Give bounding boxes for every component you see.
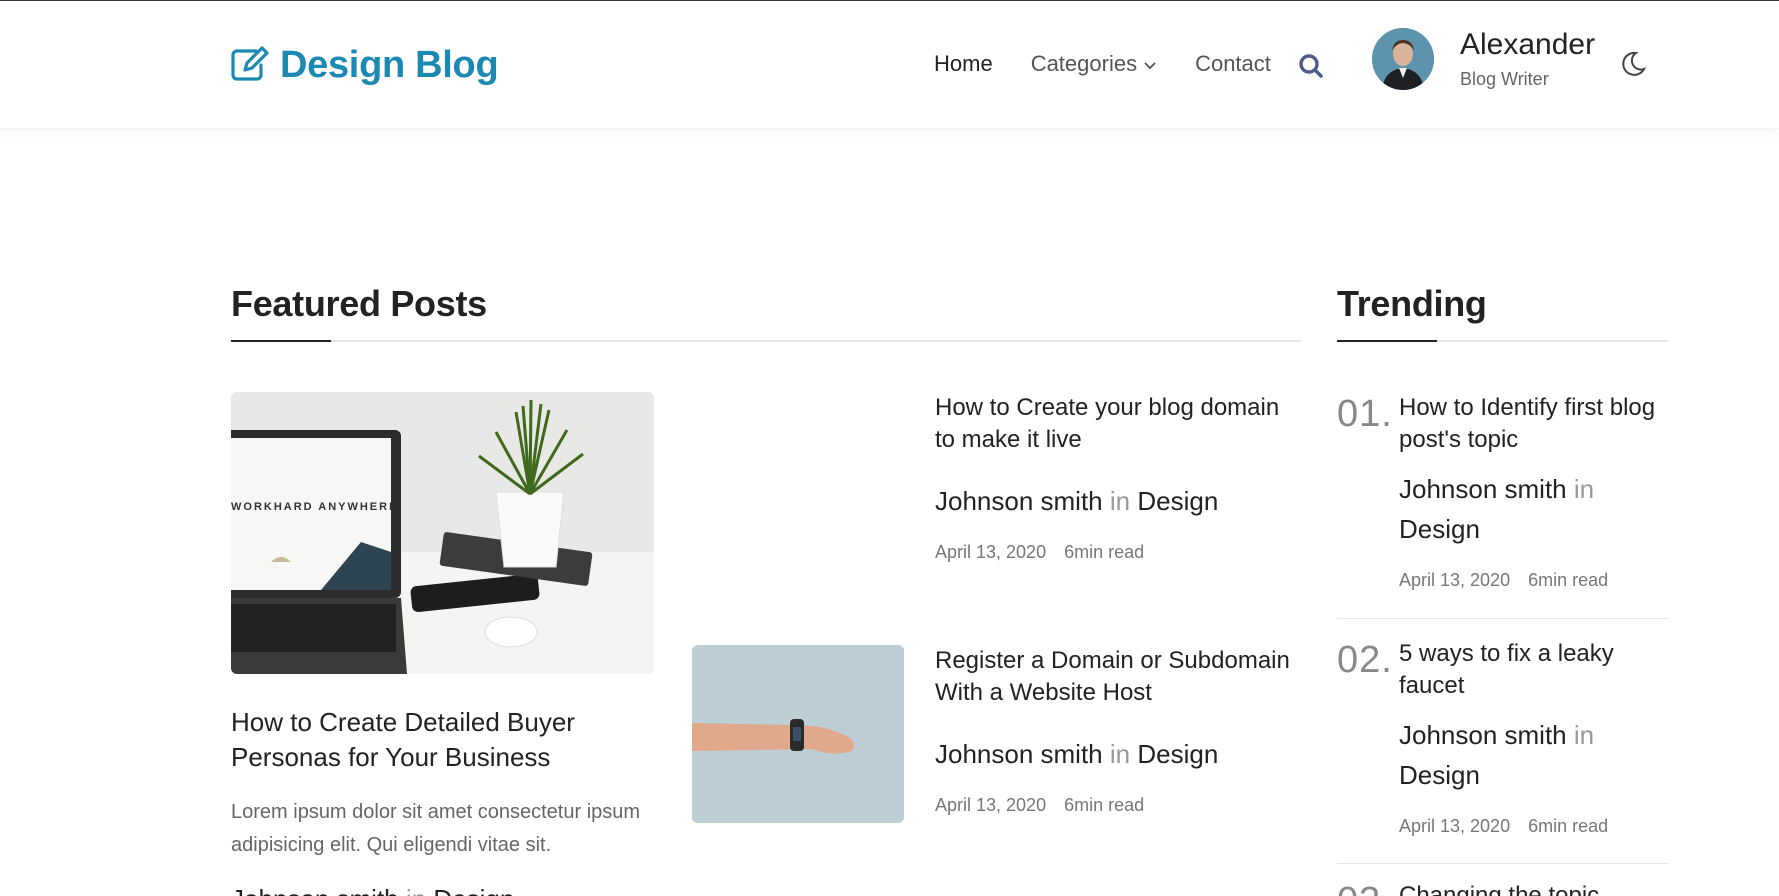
avatar [1372,27,1434,90]
user-role: Blog Writer [1460,69,1549,89]
featured-main-byline: Johnson smith in Design [231,884,514,896]
trending-divider [1337,340,1668,342]
post-meta: April 13, 2020 6min read [935,542,1144,563]
author-link[interactable]: Johnson smith [231,884,399,896]
edit-icon [230,45,270,86]
featured-post-image[interactable] [692,645,904,823]
post-date: April 13, 2020 [935,795,1047,815]
post-date: April 13, 2020 [1399,570,1511,590]
search-icon[interactable] [1298,53,1324,79]
brand-logo[interactable]: Design Blog [230,44,499,87]
trending-byline: Johnson smith in Design [1399,715,1619,795]
trending-separator [1337,618,1668,619]
trending-post-title[interactable]: How to Identify first blog post's topic [1399,392,1669,456]
featured-main-excerpt: Lorem ipsum dolor sit amet consectetur i… [231,801,641,856]
read-time: 6min read [1528,816,1609,836]
trending-byline: Johnson smith in Design [1399,469,1619,549]
byline-in: in [1573,720,1595,750]
read-time: 6min read [1064,542,1145,562]
trending-number: 02. [1337,639,1393,681]
author-link[interactable]: Johnson smith [1399,720,1567,750]
featured-heading: Featured Posts [231,283,487,324]
trending-post-title[interactable]: 5 ways to fix a leaky faucet [1399,638,1669,702]
trending-number: 01. [1337,393,1393,435]
post-byline: Johnson smith in Design [935,486,1218,517]
trending-separator [1337,863,1668,864]
trending-heading: Trending [1337,283,1487,324]
trending-number: 03. [1337,880,1393,896]
site-header: Design Blog Home Categories Contact Alex… [0,1,1779,129]
brand-name: Design Blog [280,44,499,86]
featured-divider [231,340,1301,342]
featured-main-image[interactable]: WORKHARD ANYWHERE [231,392,654,674]
featured-main-title[interactable]: How to Create Detailed Buyer Personas fo… [231,705,651,775]
moon-icon[interactable] [1617,49,1647,79]
image-caption-text: WORKHARD ANYWHERE [231,501,398,513]
nav-home[interactable]: Home [934,51,993,77]
nav-categories[interactable]: Categories [1031,51,1157,77]
nav-contact[interactable]: Contact [1195,51,1271,77]
category-link[interactable]: Design [1137,739,1218,769]
category-link[interactable]: Design [1399,514,1480,544]
trending-meta: April 13, 2020 6min read [1399,816,1608,837]
author-link[interactable]: Johnson smith [1399,474,1567,504]
read-time: 6min read [1064,795,1145,815]
byline-in: in [406,884,426,896]
byline-in: in [1573,474,1595,504]
byline-in: in [1109,486,1131,516]
author-link[interactable]: Johnson smith [935,739,1103,769]
category-link[interactable]: Design [1399,760,1480,790]
post-meta: April 13, 2020 6min read [935,795,1144,816]
post-byline: Johnson smith in Design [935,739,1218,770]
featured-post-title[interactable]: Register a Domain or Subdomain With a We… [935,645,1305,709]
read-time: 6min read [1528,570,1609,590]
post-date: April 13, 2020 [935,542,1047,562]
category-link[interactable]: Design [433,884,514,896]
main-nav: Home Categories Contact [934,51,1309,77]
post-date: April 13, 2020 [1399,816,1511,836]
category-link[interactable]: Design [1137,486,1218,516]
author-link[interactable]: Johnson smith [935,486,1103,516]
trending-meta: April 13, 2020 6min read [1399,570,1608,591]
user-name: Alexander [1460,28,1596,61]
user-profile[interactable]: Alexander Blog Writer [1372,27,1595,90]
trending-post-title[interactable]: Changing the topic [1399,880,1669,896]
chevron-down-icon [1143,51,1157,77]
byline-in: in [1109,739,1131,769]
nav-categories-label: Categories [1030,51,1138,76]
featured-post-title[interactable]: How to Create your blog domain to make i… [935,392,1305,456]
